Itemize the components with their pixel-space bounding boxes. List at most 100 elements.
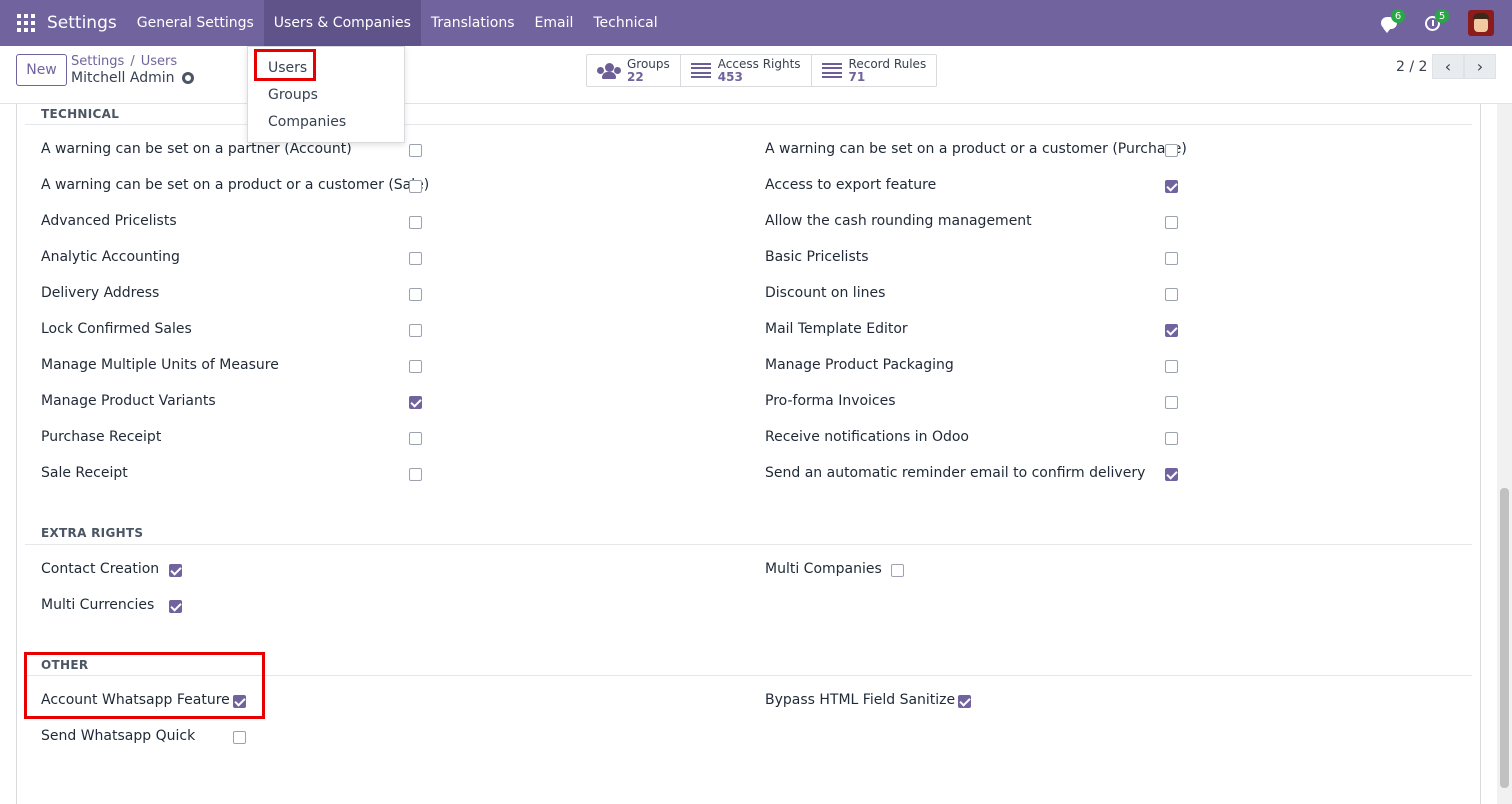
setting-checkbox[interactable]	[1165, 324, 1178, 337]
section-divider	[25, 124, 1472, 125]
field-label: Receive notifications in Odoo	[765, 429, 969, 445]
users-icon	[597, 62, 621, 79]
field-label: Lock Confirmed Sales	[41, 321, 192, 337]
setting-checkbox[interactable]	[409, 324, 422, 337]
record-title: Mitchell Admin	[71, 70, 194, 86]
field-label: Sale Receipt	[41, 465, 128, 481]
field-label: Pro-forma Invoices	[765, 393, 896, 409]
record-title-text: Mitchell Admin	[71, 70, 175, 86]
setting-checkbox[interactable]	[1165, 252, 1178, 265]
setting-checkbox[interactable]	[409, 180, 422, 193]
menu-translations[interactable]: Translations	[421, 0, 525, 46]
setting-checkbox[interactable]	[1165, 144, 1178, 157]
highlight-other-box	[24, 652, 265, 719]
scrollbar-thumb[interactable]	[1500, 488, 1509, 788]
field-label: Bypass HTML Field Sanitize	[765, 692, 956, 708]
setting-checkbox[interactable]	[958, 695, 971, 708]
menu-email[interactable]: Email	[525, 0, 584, 46]
section-divider	[25, 544, 1472, 545]
record-rules-smart-button[interactable]: Record Rules 71	[812, 55, 937, 86]
field-label: Multi Companies	[765, 561, 882, 577]
field-label: Basic Pricelists	[765, 249, 869, 265]
setting-checkbox[interactable]	[1165, 360, 1178, 373]
setting-checkbox[interactable]	[409, 468, 422, 481]
field-label: Delivery Address	[41, 285, 160, 301]
setting-checkbox[interactable]	[409, 144, 422, 157]
groups-label: Groups	[627, 56, 670, 71]
field-label: Analytic Accounting	[41, 249, 180, 265]
messaging-count-badge: 6	[1391, 9, 1405, 23]
field-label: Advanced Pricelists	[41, 213, 177, 229]
field-label: A warning can be set on a product or a c…	[41, 177, 430, 193]
setting-checkbox[interactable]	[409, 288, 422, 301]
access-rights-count: 453	[717, 69, 743, 84]
dropdown-item-companies[interactable]: Companies	[268, 114, 346, 130]
list-icon	[821, 62, 842, 79]
messaging-icon[interactable]: 6	[1380, 9, 1405, 33]
menu-users-companies[interactable]: Users & Companies	[263, 0, 421, 46]
highlight-users-box	[254, 49, 316, 81]
pager-previous-button[interactable]: ‹	[1432, 54, 1464, 79]
breadcrumb-users[interactable]: Users	[141, 54, 177, 69]
section-title-extra-rights: EXTRA RIGHTS	[41, 526, 144, 540]
apps-menu-icon[interactable]	[17, 14, 35, 32]
app-brand[interactable]: Settings	[47, 13, 117, 33]
field-label: Mail Template Editor	[765, 321, 908, 337]
scrollbar[interactable]	[1497, 104, 1512, 804]
breadcrumb-settings[interactable]: Settings	[71, 54, 124, 69]
section-title-technical: TECHNICAL	[41, 107, 120, 121]
groups-smart-button[interactable]: Groups 22	[587, 55, 681, 86]
setting-checkbox[interactable]	[1165, 468, 1178, 481]
user-avatar[interactable]	[1468, 10, 1494, 36]
setting-checkbox[interactable]	[409, 252, 422, 265]
menu-general-settings[interactable]: General Settings	[127, 0, 264, 46]
chevron-right-icon: ›	[1476, 57, 1484, 76]
menu-technical[interactable]: Technical	[583, 0, 667, 46]
field-label: Access to export feature	[765, 177, 937, 193]
setting-checkbox[interactable]	[891, 564, 904, 577]
setting-checkbox[interactable]	[409, 396, 422, 409]
setting-checkbox[interactable]	[169, 600, 182, 613]
setting-checkbox[interactable]	[169, 564, 182, 577]
field-label: A warning can be set on a product or a c…	[765, 141, 1187, 157]
breadcrumb-separator: /	[130, 54, 135, 69]
field-label: Manage Multiple Units of Measure	[41, 357, 279, 373]
setting-checkbox[interactable]	[1165, 180, 1178, 193]
setting-checkbox[interactable]	[1165, 432, 1178, 445]
field-label: Send an automatic reminder email to conf…	[765, 465, 1146, 481]
gear-icon[interactable]	[181, 72, 194, 84]
pager-value[interactable]: 2 / 2	[1396, 59, 1427, 75]
record-rules-label: Record Rules	[848, 56, 927, 71]
setting-checkbox[interactable]	[1165, 396, 1178, 409]
activity-clock-icon[interactable]: 5	[1424, 9, 1449, 33]
setting-checkbox[interactable]	[233, 731, 246, 744]
field-label: A warning can be set on a partner (Accou…	[41, 141, 352, 157]
setting-checkbox[interactable]	[409, 360, 422, 373]
field-label: Discount on lines	[765, 285, 886, 301]
chevron-left-icon: ‹	[1444, 57, 1452, 76]
access-rights-label: Access Rights	[717, 56, 801, 71]
field-label: Allow the cash rounding management	[765, 213, 1032, 229]
record-rules-count: 71	[848, 69, 866, 84]
setting-checkbox[interactable]	[1165, 288, 1178, 301]
new-button[interactable]: New	[16, 54, 67, 86]
field-label: Send Whatsapp Quick	[41, 728, 196, 744]
list-icon	[690, 62, 711, 79]
field-label: Purchase Receipt	[41, 429, 162, 445]
smart-buttons: Groups 22 Access Rights 453 Record Rules…	[586, 54, 938, 87]
dropdown-item-groups[interactable]: Groups	[268, 87, 318, 103]
field-label: Manage Product Variants	[41, 393, 216, 409]
pager-next-button[interactable]: ›	[1464, 54, 1496, 79]
groups-count: 22	[627, 69, 644, 84]
setting-checkbox[interactable]	[409, 216, 422, 229]
control-panel: New Settings / Users Mitchell Admin Groups…	[0, 46, 1512, 104]
setting-checkbox[interactable]	[1165, 216, 1178, 229]
breadcrumb: Settings / Users	[71, 54, 177, 69]
top-navbar: Settings General Settings Users & Compan…	[0, 0, 1512, 46]
field-label: Multi Currencies	[41, 597, 155, 613]
access-rights-smart-button[interactable]: Access Rights 453	[681, 55, 812, 86]
setting-checkbox[interactable]	[409, 432, 422, 445]
field-label: Manage Product Packaging	[765, 357, 954, 373]
field-label: Contact Creation	[41, 561, 160, 577]
activity-count-badge: 5	[1435, 9, 1449, 23]
